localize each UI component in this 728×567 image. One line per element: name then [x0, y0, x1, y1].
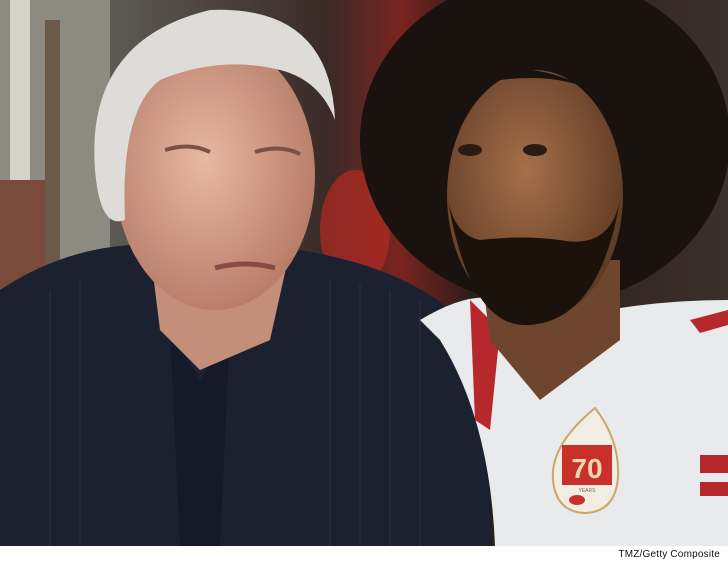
- patch-number: 70: [571, 453, 602, 484]
- composite-photo: 70 YEARS TMZ/Getty Composite: [0, 0, 728, 567]
- patch-subtext: YEARS: [579, 488, 597, 494]
- photo-illustration: 70 YEARS: [0, 0, 728, 546]
- photo-credit: TMZ/Getty Composite: [618, 549, 720, 560]
- photo-area: 70 YEARS: [0, 0, 728, 546]
